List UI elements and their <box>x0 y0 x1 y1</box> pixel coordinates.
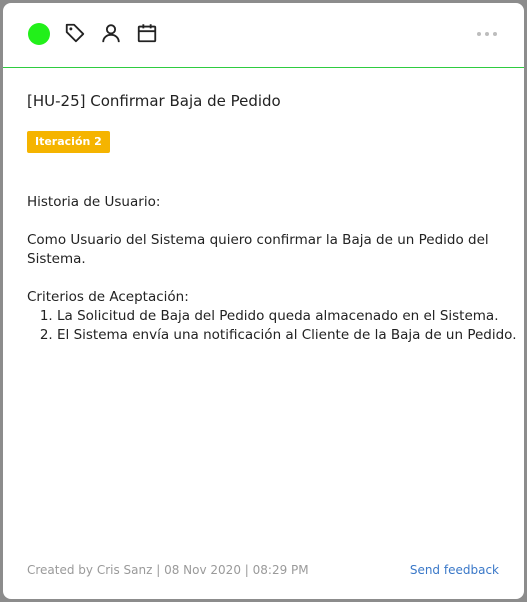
criteria-heading: Criterios de Aceptación: <box>27 289 189 305</box>
iteration-badge[interactable]: Iteración 2 <box>27 131 110 153</box>
story-body: Historia de Usuario: Como Usuario del Si… <box>27 193 516 345</box>
card-toolbar <box>3 3 524 68</box>
story-description-line-2: Sistema. <box>27 251 86 267</box>
card-footer: Created by Cris Sanz | 08 Nov 2020 | 08:… <box>27 563 499 581</box>
calendar-icon[interactable] <box>136 22 158 44</box>
status-indicator[interactable] <box>28 23 50 45</box>
send-feedback-link[interactable]: Send feedback <box>410 563 499 577</box>
user-icon[interactable] <box>100 22 122 44</box>
criteria-item: La Solicitud de Baja del Pedido queda al… <box>57 307 507 326</box>
story-description-line-1: Como Usuario del Sistema quiero confirma… <box>27 232 489 248</box>
created-info: Created by Cris Sanz | 08 Nov 2020 | 08:… <box>27 563 309 577</box>
more-icon[interactable] <box>477 31 497 37</box>
story-title: [HU-25] Confirmar Baja de Pedido <box>27 92 281 110</box>
tag-icon[interactable] <box>64 22 86 44</box>
criteria-list: La Solicitud de Baja del Pedido queda al… <box>27 307 516 345</box>
criteria-item: El Sistema envía una notificación al Cli… <box>57 326 516 345</box>
story-card: [HU-25] Confirmar Baja de Pedido Iteraci… <box>3 3 524 599</box>
story-heading: Historia de Usuario: <box>27 194 161 210</box>
